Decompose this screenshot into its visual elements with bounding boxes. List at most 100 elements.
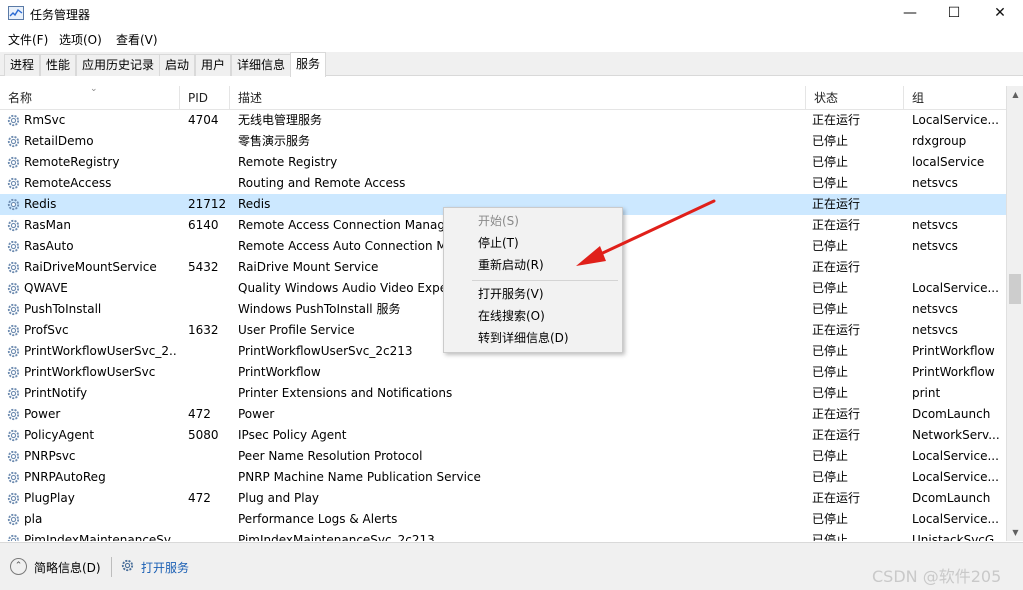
status-cell: 已停止 — [812, 302, 849, 316]
service-name-cell: PolicyAgent — [24, 428, 95, 442]
table-row[interactable]: Power 472 Power 正在运行 DcomLaunch — [0, 404, 1006, 425]
group-cell: LocalService... — [912, 449, 999, 463]
scroll-thumb[interactable] — [1009, 274, 1021, 304]
vertical-scrollbar[interactable]: ▲ ▼ — [1006, 86, 1023, 541]
table-row[interactable]: PNRPsvc Peer Name Resolution Protocol 已停止 L… — [0, 446, 1006, 467]
pid-cell: 472 — [188, 491, 211, 505]
status-cell: 已停止 — [812, 134, 849, 148]
menu-view[interactable]: 查看(V) — [116, 31, 158, 48]
gear-icon — [6, 113, 21, 128]
service-name-cell: RetailDemo — [24, 134, 94, 148]
tab-services[interactable]: 服务 — [290, 52, 327, 77]
tab-users[interactable]: 用户 — [195, 54, 232, 76]
table-row[interactable]: RemoteAccess Routing and Remote Access 已停止… — [0, 173, 1006, 194]
close-button[interactable]: ✕ — [977, 0, 1023, 28]
group-cell: UnistackSvcG... — [912, 533, 1002, 541]
pid-cell — [188, 530, 232, 541]
table-row[interactable]: PrintWorkflowUserSvc PrintWorkflow 已停止 Prin… — [0, 362, 1006, 383]
gear-icon — [6, 344, 21, 359]
column-header-name[interactable]: 名称 ⌄ — [0, 86, 180, 110]
pid-cell: 4704 — [188, 113, 219, 127]
tab-startup[interactable]: 启动 — [159, 54, 196, 76]
status-cell: 已停止 — [812, 344, 849, 358]
description-cell: Routing and Remote Access — [238, 176, 406, 190]
service-name-cell: Redis — [24, 197, 57, 211]
pid-cell — [188, 236, 232, 257]
tab-app-history[interactable]: 应用历史记录 — [76, 54, 161, 76]
table-row[interactable]: PlugPlay 472 Plug and Play 正在运行 DcomLaunch — [0, 488, 1006, 509]
service-name-cell: PNRPAutoReg — [24, 470, 106, 484]
gear-icon — [6, 512, 21, 527]
menu-item-open-services[interactable]: 打开服务(V) — [445, 283, 621, 305]
group-cell: DcomLaunch — [912, 491, 991, 505]
pid-cell — [188, 173, 232, 194]
menu-item-search-online[interactable]: 在线搜索(O) — [445, 305, 621, 327]
service-name-cell: RmSvc — [24, 113, 66, 127]
gear-icon — [6, 260, 21, 275]
table-row[interactable]: RmSvc 4704 无线电管理服务 正在运行 LocalService... — [0, 110, 1006, 131]
service-name-cell: PrintNotify — [24, 386, 88, 400]
gear-icon[interactable] — [120, 558, 135, 573]
table-row[interactable]: RemoteRegistry Remote Registry 已停止 localSer… — [0, 152, 1006, 173]
pid-cell — [188, 299, 232, 320]
scroll-up-icon[interactable]: ▲ — [1007, 86, 1023, 103]
table-row[interactable]: PrintNotify Printer Extensions and Notifi… — [0, 383, 1006, 404]
status-cell: 正在运行 — [812, 197, 861, 211]
gear-icon — [6, 533, 21, 541]
status-cell: 正在运行 — [812, 428, 861, 442]
column-header-group[interactable]: 组 — [904, 86, 1006, 110]
service-name-cell: pla — [24, 512, 43, 526]
status-cell: 已停止 — [812, 155, 849, 169]
chevron-up-circle-icon[interactable]: ⌃ — [10, 558, 27, 575]
gear-icon — [6, 323, 21, 338]
pid-cell: 21712 — [188, 197, 227, 211]
table-row[interactable]: RetailDemo 零售演示服务 已停止 rdxgroup — [0, 131, 1006, 152]
gear-icon — [6, 197, 21, 212]
gear-icon — [6, 134, 21, 149]
minimize-button[interactable]: — — [887, 0, 933, 28]
tab-processes[interactable]: 进程 — [4, 54, 41, 76]
column-header-pid[interactable]: PID — [180, 86, 230, 110]
gear-icon — [6, 407, 21, 422]
description-cell: Plug and Play — [238, 491, 320, 505]
maximize-button[interactable]: ☐ — [931, 0, 977, 28]
tab-performance[interactable]: 性能 — [40, 54, 77, 76]
gear-icon — [6, 470, 21, 485]
group-cell: netsvcs — [912, 323, 958, 337]
service-name-cell: Power — [24, 407, 61, 421]
tab-bar: 进程 性能 应用历史记录 启动 用户 详细信息 服务 — [0, 52, 1023, 77]
group-cell — [912, 257, 1002, 278]
service-name-cell: RasAuto — [24, 239, 74, 253]
pid-cell: 6140 — [188, 218, 219, 232]
description-cell: Printer Extensions and Notifications — [238, 386, 453, 400]
status-cell: 已停止 — [812, 386, 849, 400]
gear-icon — [6, 302, 21, 317]
menu-options[interactable]: 选项(O) — [59, 31, 102, 48]
group-cell: localService — [912, 155, 985, 169]
column-header-description[interactable]: 描述 — [230, 86, 806, 110]
tab-details[interactable]: 详细信息 — [231, 54, 292, 76]
menu-item-go-to-details[interactable]: 转到详细信息(D) — [445, 327, 621, 349]
description-cell: PimIndexMaintenanceSvc_2c213 — [238, 533, 435, 541]
group-cell: LocalService... — [912, 281, 999, 295]
gear-icon — [6, 176, 21, 191]
pid-cell — [188, 383, 232, 404]
title-bar: 任务管理器 — ☐ ✕ — [0, 0, 1023, 28]
gear-icon — [6, 365, 21, 380]
scroll-down-icon[interactable]: ▼ — [1007, 524, 1023, 541]
pid-cell — [188, 131, 232, 152]
table-row[interactable]: pla Performance Logs & Alerts 已停止 LocalServ… — [0, 509, 1006, 530]
group-cell: rdxgroup — [912, 134, 967, 148]
menu-file[interactable]: 文件(F) — [8, 31, 48, 48]
column-header-status[interactable]: 状态 — [806, 86, 904, 110]
status-cell: 正在运行 — [812, 113, 861, 127]
open-services-link[interactable]: 打开服务 — [141, 559, 189, 576]
group-cell: netsvcs — [912, 239, 958, 253]
pid-cell — [188, 446, 232, 467]
fewer-details-link[interactable]: 简略信息(D) — [34, 559, 101, 576]
table-row[interactable]: PNRPAutoReg PNRP Machine Name Publication… — [0, 467, 1006, 488]
table-row[interactable]: PimIndexMaintenanceSv... PimIndexMaintena… — [0, 530, 1006, 541]
service-name-cell: PrintWorkflowUserSvc_2... — [24, 344, 176, 358]
group-cell: netsvcs — [912, 302, 958, 316]
table-row[interactable]: PolicyAgent 5080 IPsec Policy Agent 正在运行 Net… — [0, 425, 1006, 446]
